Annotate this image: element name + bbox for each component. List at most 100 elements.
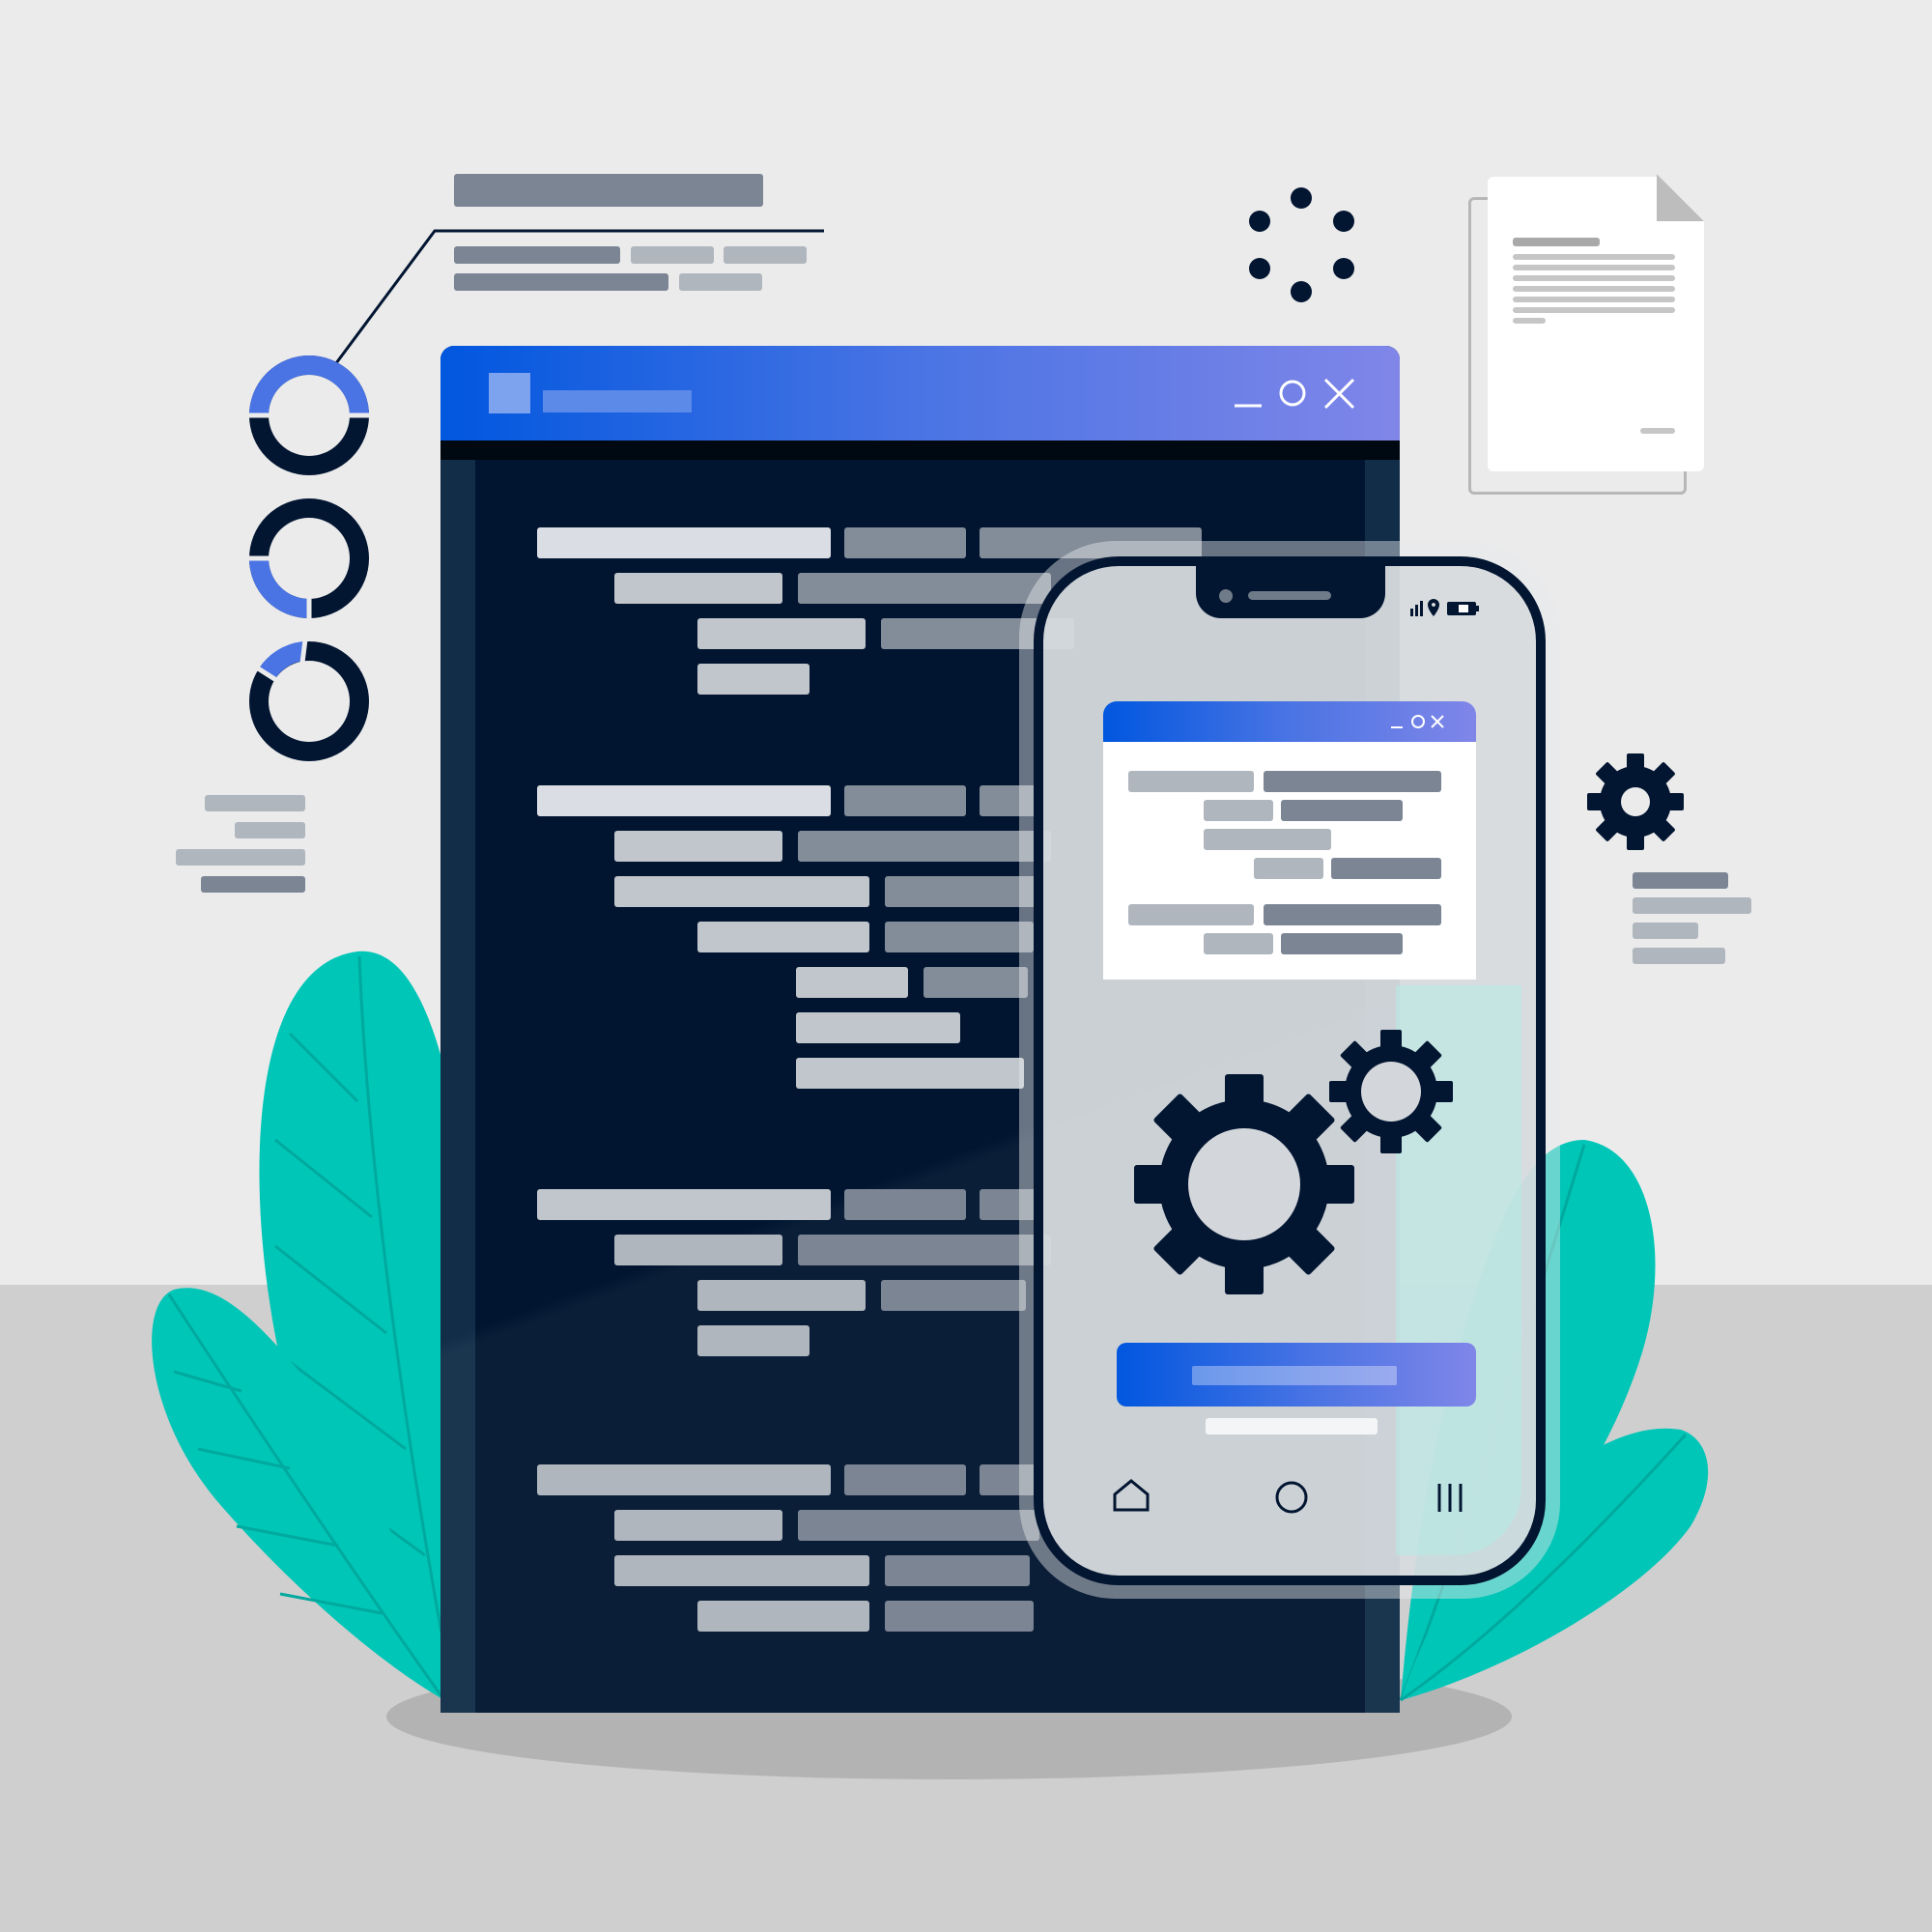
front-camera-icon <box>1219 589 1233 603</box>
phone-notch <box>1196 556 1385 618</box>
code-line-segment <box>614 1555 869 1586</box>
code-line-segment <box>923 967 1028 998</box>
side-text-bar <box>205 795 305 811</box>
phone-primary-button[interactable] <box>1117 1343 1476 1406</box>
phone-code-line <box>1264 771 1441 792</box>
phone-window-controls <box>1391 715 1444 728</box>
earpiece-speaker <box>1248 591 1331 600</box>
phone-code-line <box>1264 904 1441 925</box>
phone-window-titlebar <box>1103 701 1476 742</box>
phone-code-line <box>1281 800 1403 821</box>
home-icon <box>1113 1479 1150 1512</box>
doc-title-line <box>1513 238 1600 246</box>
code-line-segment <box>614 1510 782 1541</box>
phone-code-line <box>1128 771 1254 792</box>
callout-text-bar <box>454 273 668 291</box>
code-line-segment <box>798 831 1051 862</box>
window-controls <box>1235 378 1355 410</box>
code-line-segment <box>537 1189 831 1220</box>
large-gear-icon <box>1134 1074 1354 1294</box>
phone-nav-bar <box>1113 1479 1463 1514</box>
side-text-bar <box>1633 923 1698 939</box>
close-icon <box>1431 715 1444 728</box>
phone-code-line <box>1204 933 1273 954</box>
code-line-segment <box>537 1464 831 1495</box>
side-text-bar <box>1633 948 1725 964</box>
doc-line <box>1513 275 1675 281</box>
circle-home-icon <box>1275 1481 1308 1514</box>
doc-footer-line <box>1640 428 1675 434</box>
doc-line <box>1513 318 1546 324</box>
code-line-segment <box>885 1555 1030 1586</box>
phone-code-line <box>1128 904 1254 925</box>
phone-app-window <box>1103 701 1476 980</box>
code-line-segment <box>614 876 869 907</box>
code-line-segment <box>844 785 966 816</box>
side-text-bar <box>176 849 305 866</box>
maximize-icon <box>1279 380 1306 407</box>
loading-dots-icon <box>1249 187 1354 302</box>
small-gear-icon <box>1329 1030 1453 1153</box>
maximize-icon <box>1411 715 1425 728</box>
window-titlebar <box>440 346 1400 440</box>
code-line-segment <box>796 1058 1024 1089</box>
recents-icon <box>1437 1484 1463 1512</box>
donut-indicator-column <box>247 355 371 761</box>
doc-line <box>1513 265 1675 270</box>
settings-gear-icon <box>1587 753 1684 850</box>
side-text-bar <box>1633 897 1751 914</box>
code-line-segment <box>885 1601 1034 1632</box>
document-fold-corner <box>1657 174 1704 221</box>
code-line-segment <box>537 785 831 816</box>
doc-line <box>1513 297 1675 302</box>
code-line-segment <box>798 1235 1051 1265</box>
status-bar-icons <box>1410 599 1479 616</box>
phone-code-line <box>1331 858 1441 879</box>
side-text-bar <box>235 822 305 838</box>
close-icon <box>1323 378 1355 410</box>
code-line-segment <box>697 1601 869 1632</box>
code-line-segment <box>798 1510 1039 1541</box>
code-line-segment <box>614 573 782 604</box>
callout-text-bar <box>454 246 620 264</box>
code-line-segment <box>697 1325 810 1356</box>
doc-line <box>1513 286 1675 292</box>
signal-icon <box>1410 601 1423 616</box>
callout-text-bar <box>724 246 807 264</box>
code-line-segment <box>697 664 810 695</box>
code-line-segment <box>844 1464 966 1495</box>
doc-line <box>1513 254 1675 260</box>
donut-progress-2 <box>247 498 369 620</box>
code-line-segment <box>844 1189 966 1220</box>
code-line-segment <box>885 922 1034 952</box>
button-label-placeholder <box>1192 1366 1397 1385</box>
callout-title-bar <box>454 174 763 207</box>
side-text-bar <box>201 876 305 893</box>
code-line-segment <box>881 1280 1026 1311</box>
code-line-segment <box>697 1280 866 1311</box>
donut-progress-1 <box>247 355 371 475</box>
phone-secondary-link[interactable] <box>1206 1418 1378 1435</box>
code-line-segment <box>796 967 908 998</box>
code-line-segment <box>537 527 831 558</box>
code-line-segment <box>798 573 1051 604</box>
callout-text-bar <box>631 246 714 264</box>
callout-text-bar <box>679 273 762 291</box>
phone-code-line <box>1204 800 1273 821</box>
phone-code-line <box>1254 858 1323 879</box>
location-icon <box>1428 599 1439 616</box>
titlebar-divider <box>440 440 1400 460</box>
code-line-segment <box>796 1012 960 1043</box>
code-line-segment <box>885 876 1039 907</box>
code-line-segment <box>614 1235 782 1265</box>
code-line-segment <box>697 922 869 952</box>
doc-line <box>1513 307 1675 313</box>
donut-progress-3 <box>249 639 369 761</box>
phone-code-line <box>1204 829 1331 850</box>
side-text-bar <box>1633 872 1728 889</box>
code-line-segment <box>614 831 782 862</box>
phone-code-line <box>1281 933 1403 954</box>
code-line-segment <box>697 618 866 649</box>
code-line-segment <box>844 527 966 558</box>
battery-icon <box>1447 602 1479 615</box>
